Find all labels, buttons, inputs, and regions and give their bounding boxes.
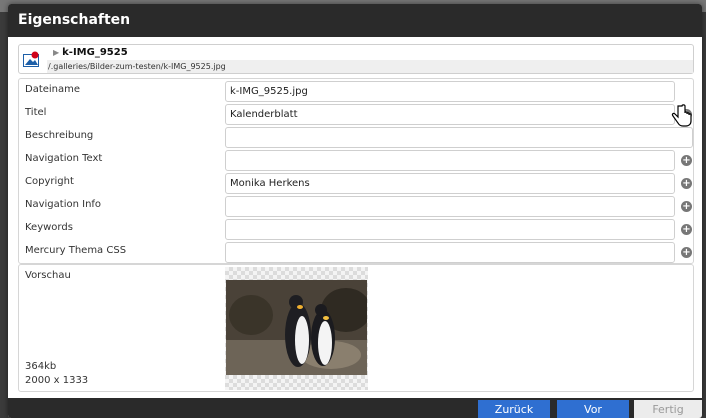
navigation-text-input[interactable]	[225, 150, 675, 171]
dialog-title: Eigenschaften	[8, 4, 702, 37]
resource-name[interactable]: ▶ k-IMG_9525	[53, 47, 128, 58]
field-row-beschreibung: Beschreibung	[19, 126, 695, 148]
copyright-input[interactable]: Monika Herkens	[225, 173, 675, 194]
add-icon[interactable]: +	[681, 247, 692, 258]
done-button[interactable]: Fertig	[634, 400, 702, 418]
dateiname-input[interactable]: k-IMG_9525.jpg	[225, 81, 675, 102]
properties-dialog: Eigenschaften ▶ k-IMG_9525 /.galleries/Bi…	[8, 4, 702, 418]
field-label: Mercury Thema CSS	[25, 245, 127, 256]
image-dimensions: 2000 x 1333	[25, 375, 89, 386]
field-label: Copyright	[25, 176, 74, 187]
field-label: Dateiname	[25, 84, 81, 95]
expand-triangle-icon[interactable]: ▶	[53, 48, 59, 57]
titel-input[interactable]: Kalenderblatt	[225, 104, 675, 125]
hand-cursor-icon	[671, 104, 692, 127]
image-file-icon	[23, 51, 39, 67]
resource-name-text: k-IMG_9525	[62, 47, 128, 58]
field-label: Navigation Info	[25, 199, 102, 210]
field-label: Navigation Text	[25, 153, 103, 164]
field-row-mercury-css: Mercury Thema CSS +	[19, 241, 695, 263]
field-row-dateiname: Dateiname k-IMG_9525.jpg	[19, 80, 695, 102]
file-size: 364kb	[25, 361, 57, 372]
preview-label: Vorschau	[25, 270, 71, 281]
resource-info: ▶ k-IMG_9525 /.galleries/Bilder-zum-teste…	[18, 44, 694, 74]
field-row-titel: Titel Kalenderblatt +	[19, 103, 695, 125]
navigation-info-input[interactable]	[225, 196, 675, 217]
back-button[interactable]: Zurück	[478, 400, 550, 418]
keywords-input[interactable]	[225, 219, 675, 240]
field-label: Keywords	[25, 222, 73, 233]
field-row-keywords: Keywords +	[19, 218, 695, 240]
add-icon[interactable]: +	[681, 224, 692, 235]
add-icon[interactable]: +	[681, 155, 692, 166]
preview-thumbnail[interactable]	[225, 267, 368, 390]
field-label: Beschreibung	[25, 130, 94, 141]
field-row-navigation-info: Navigation Info +	[19, 195, 695, 217]
field-row-copyright: Copyright Monika Herkens +	[19, 172, 695, 194]
mercury-css-select[interactable]	[225, 242, 675, 263]
add-icon[interactable]: +	[681, 201, 692, 212]
next-button[interactable]: Vor	[557, 400, 629, 418]
field-row-navigation-text: Navigation Text +	[19, 149, 695, 171]
add-icon[interactable]: +	[681, 178, 692, 189]
beschreibung-input[interactable]	[225, 127, 693, 148]
preview-section: Vorschau 364kb 2000 x 1333	[18, 264, 694, 392]
field-label: Titel	[25, 107, 47, 118]
dialog-footer: Zurück Vor Fertig	[8, 398, 702, 418]
resource-path: /.galleries/Bilder-zum-testen/k-IMG_9525…	[47, 60, 693, 73]
penguin-image	[226, 280, 367, 375]
properties-form: Dateiname k-IMG_9525.jpg Titel Kalenderb…	[18, 78, 694, 264]
